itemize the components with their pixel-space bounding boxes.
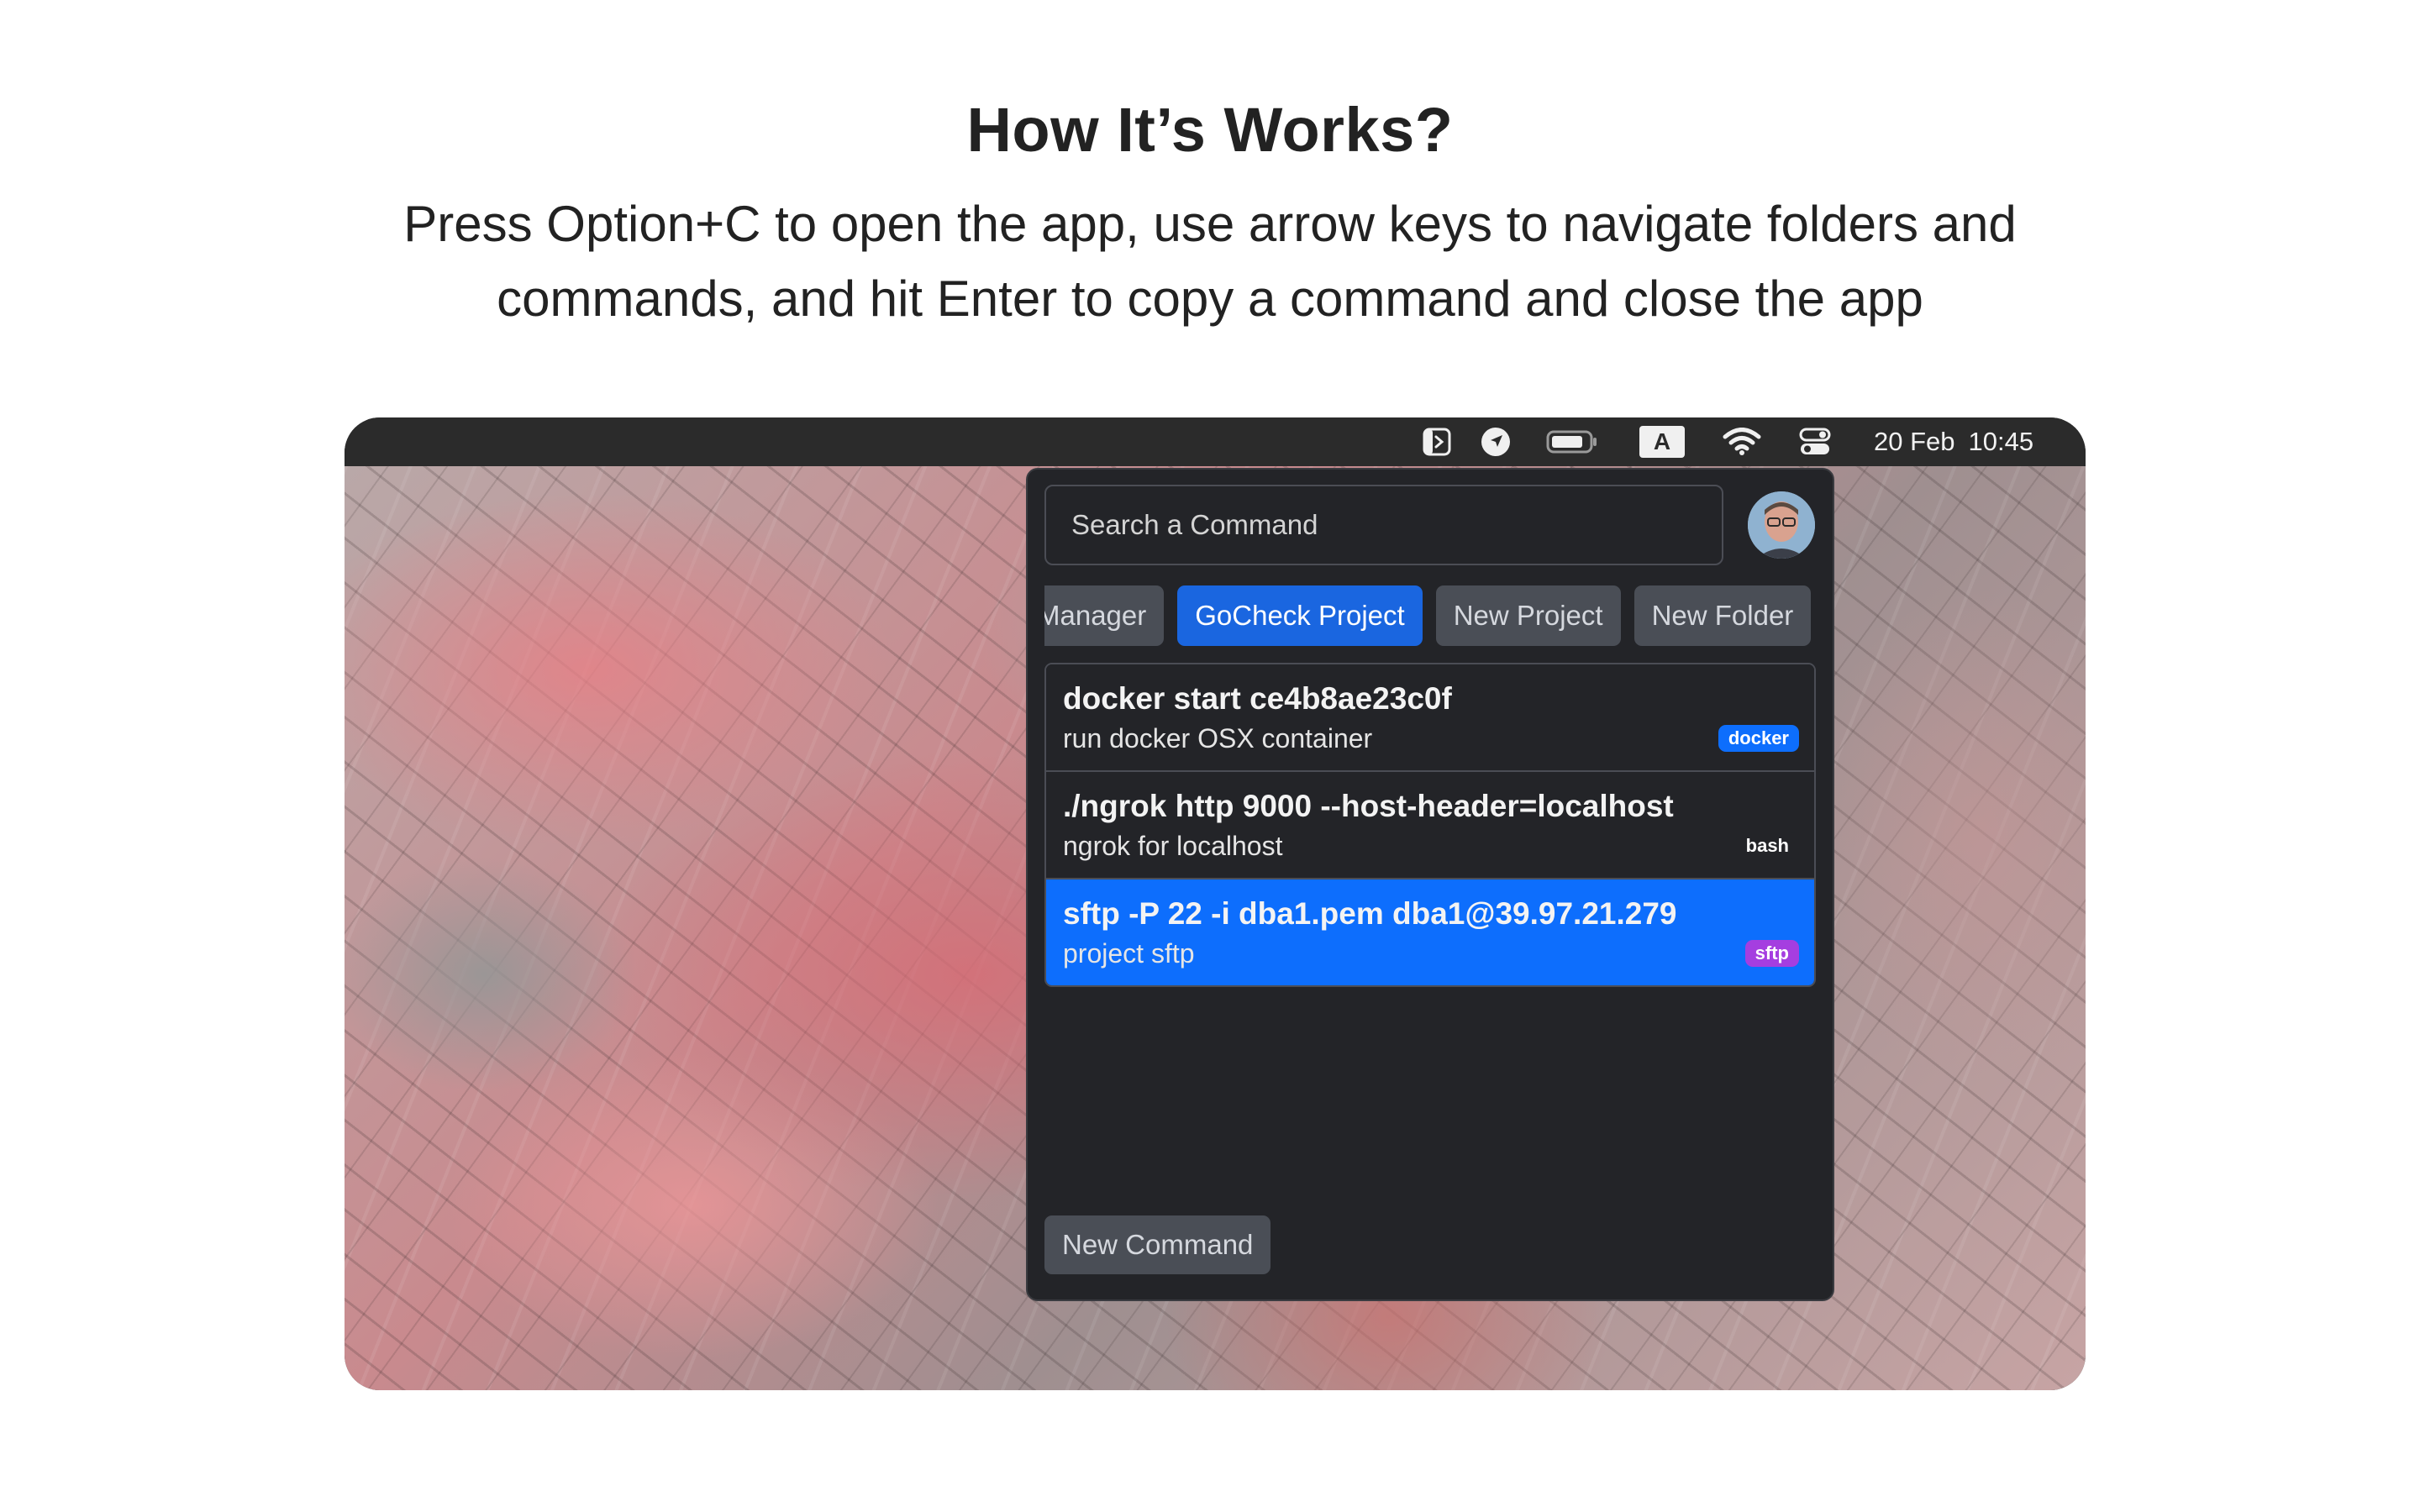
battery-icon[interactable] xyxy=(1546,426,1598,458)
command-text: docker start ce4b8ae23c0f xyxy=(1063,681,1452,716)
menu-bar: A 20 Feb 10:45 xyxy=(345,417,2086,466)
tab-new-project[interactable]: New Project xyxy=(1435,585,1621,646)
tag-badge: bash xyxy=(1735,832,1799,859)
tab-new-folder[interactable]: New Folder xyxy=(1634,585,1812,646)
desktop-screenshot: A 20 Feb 10:45 Search a Command Manager … xyxy=(345,417,2086,1390)
wifi-icon[interactable] xyxy=(1723,426,1761,458)
tab-gocheck-project[interactable]: GoCheck Project xyxy=(1177,585,1423,646)
input-source-icon[interactable]: A xyxy=(1639,426,1686,458)
app-terminal-icon[interactable] xyxy=(1420,426,1454,458)
tab-manager[interactable]: Manager xyxy=(1044,585,1165,646)
command-text: ./ngrok http 9000 --host-header=localhos… xyxy=(1063,789,1674,823)
avatar[interactable] xyxy=(1748,491,1815,559)
menu-bar-date: 20 Feb xyxy=(1874,427,1955,456)
new-command-button[interactable]: New Command xyxy=(1044,1215,1271,1274)
command-row[interactable]: docker start ce4b8ae23c0f run docker OSX … xyxy=(1046,664,1814,772)
command-description: ngrok for localhost xyxy=(1063,831,1283,861)
command-launcher-window: ManagerGoCheck ProjectNew ProjectNew Fol… xyxy=(1026,468,1834,1301)
command-text: sftp -P 22 -i dba1.pem dba1@39.97.21.279 xyxy=(1063,896,1677,931)
command-list: docker start ce4b8ae23c0f run docker OSX … xyxy=(1044,663,1816,987)
command-row[interactable]: ./ngrok http 9000 --host-header=localhos… xyxy=(1046,772,1814,879)
search-input[interactable] xyxy=(1044,485,1723,565)
tag-badge: docker xyxy=(1718,725,1799,752)
command-description: project sftp xyxy=(1063,938,1195,969)
page-subtitle: Press Option+C to open the app, use arro… xyxy=(403,196,2017,327)
input-source-label: A xyxy=(1639,426,1685,458)
folder-tabs: Manager GoCheck Project New Project New Fol… xyxy=(1044,585,1816,649)
location-arrow-icon[interactable] xyxy=(1479,426,1512,458)
control-center-icon[interactable] xyxy=(1798,426,1832,458)
tag-badge: sftp xyxy=(1744,940,1799,967)
page-title: How It’s Works? xyxy=(966,95,1454,165)
menu-bar-clock[interactable]: 20 Feb 10:45 xyxy=(1874,423,2033,461)
command-row[interactable]: sftp -P 22 -i dba1.pem dba1@39.97.21.279… xyxy=(1046,879,1814,985)
command-description: run docker OSX container xyxy=(1063,723,1373,753)
menu-bar-time: 10:45 xyxy=(1968,427,2034,456)
